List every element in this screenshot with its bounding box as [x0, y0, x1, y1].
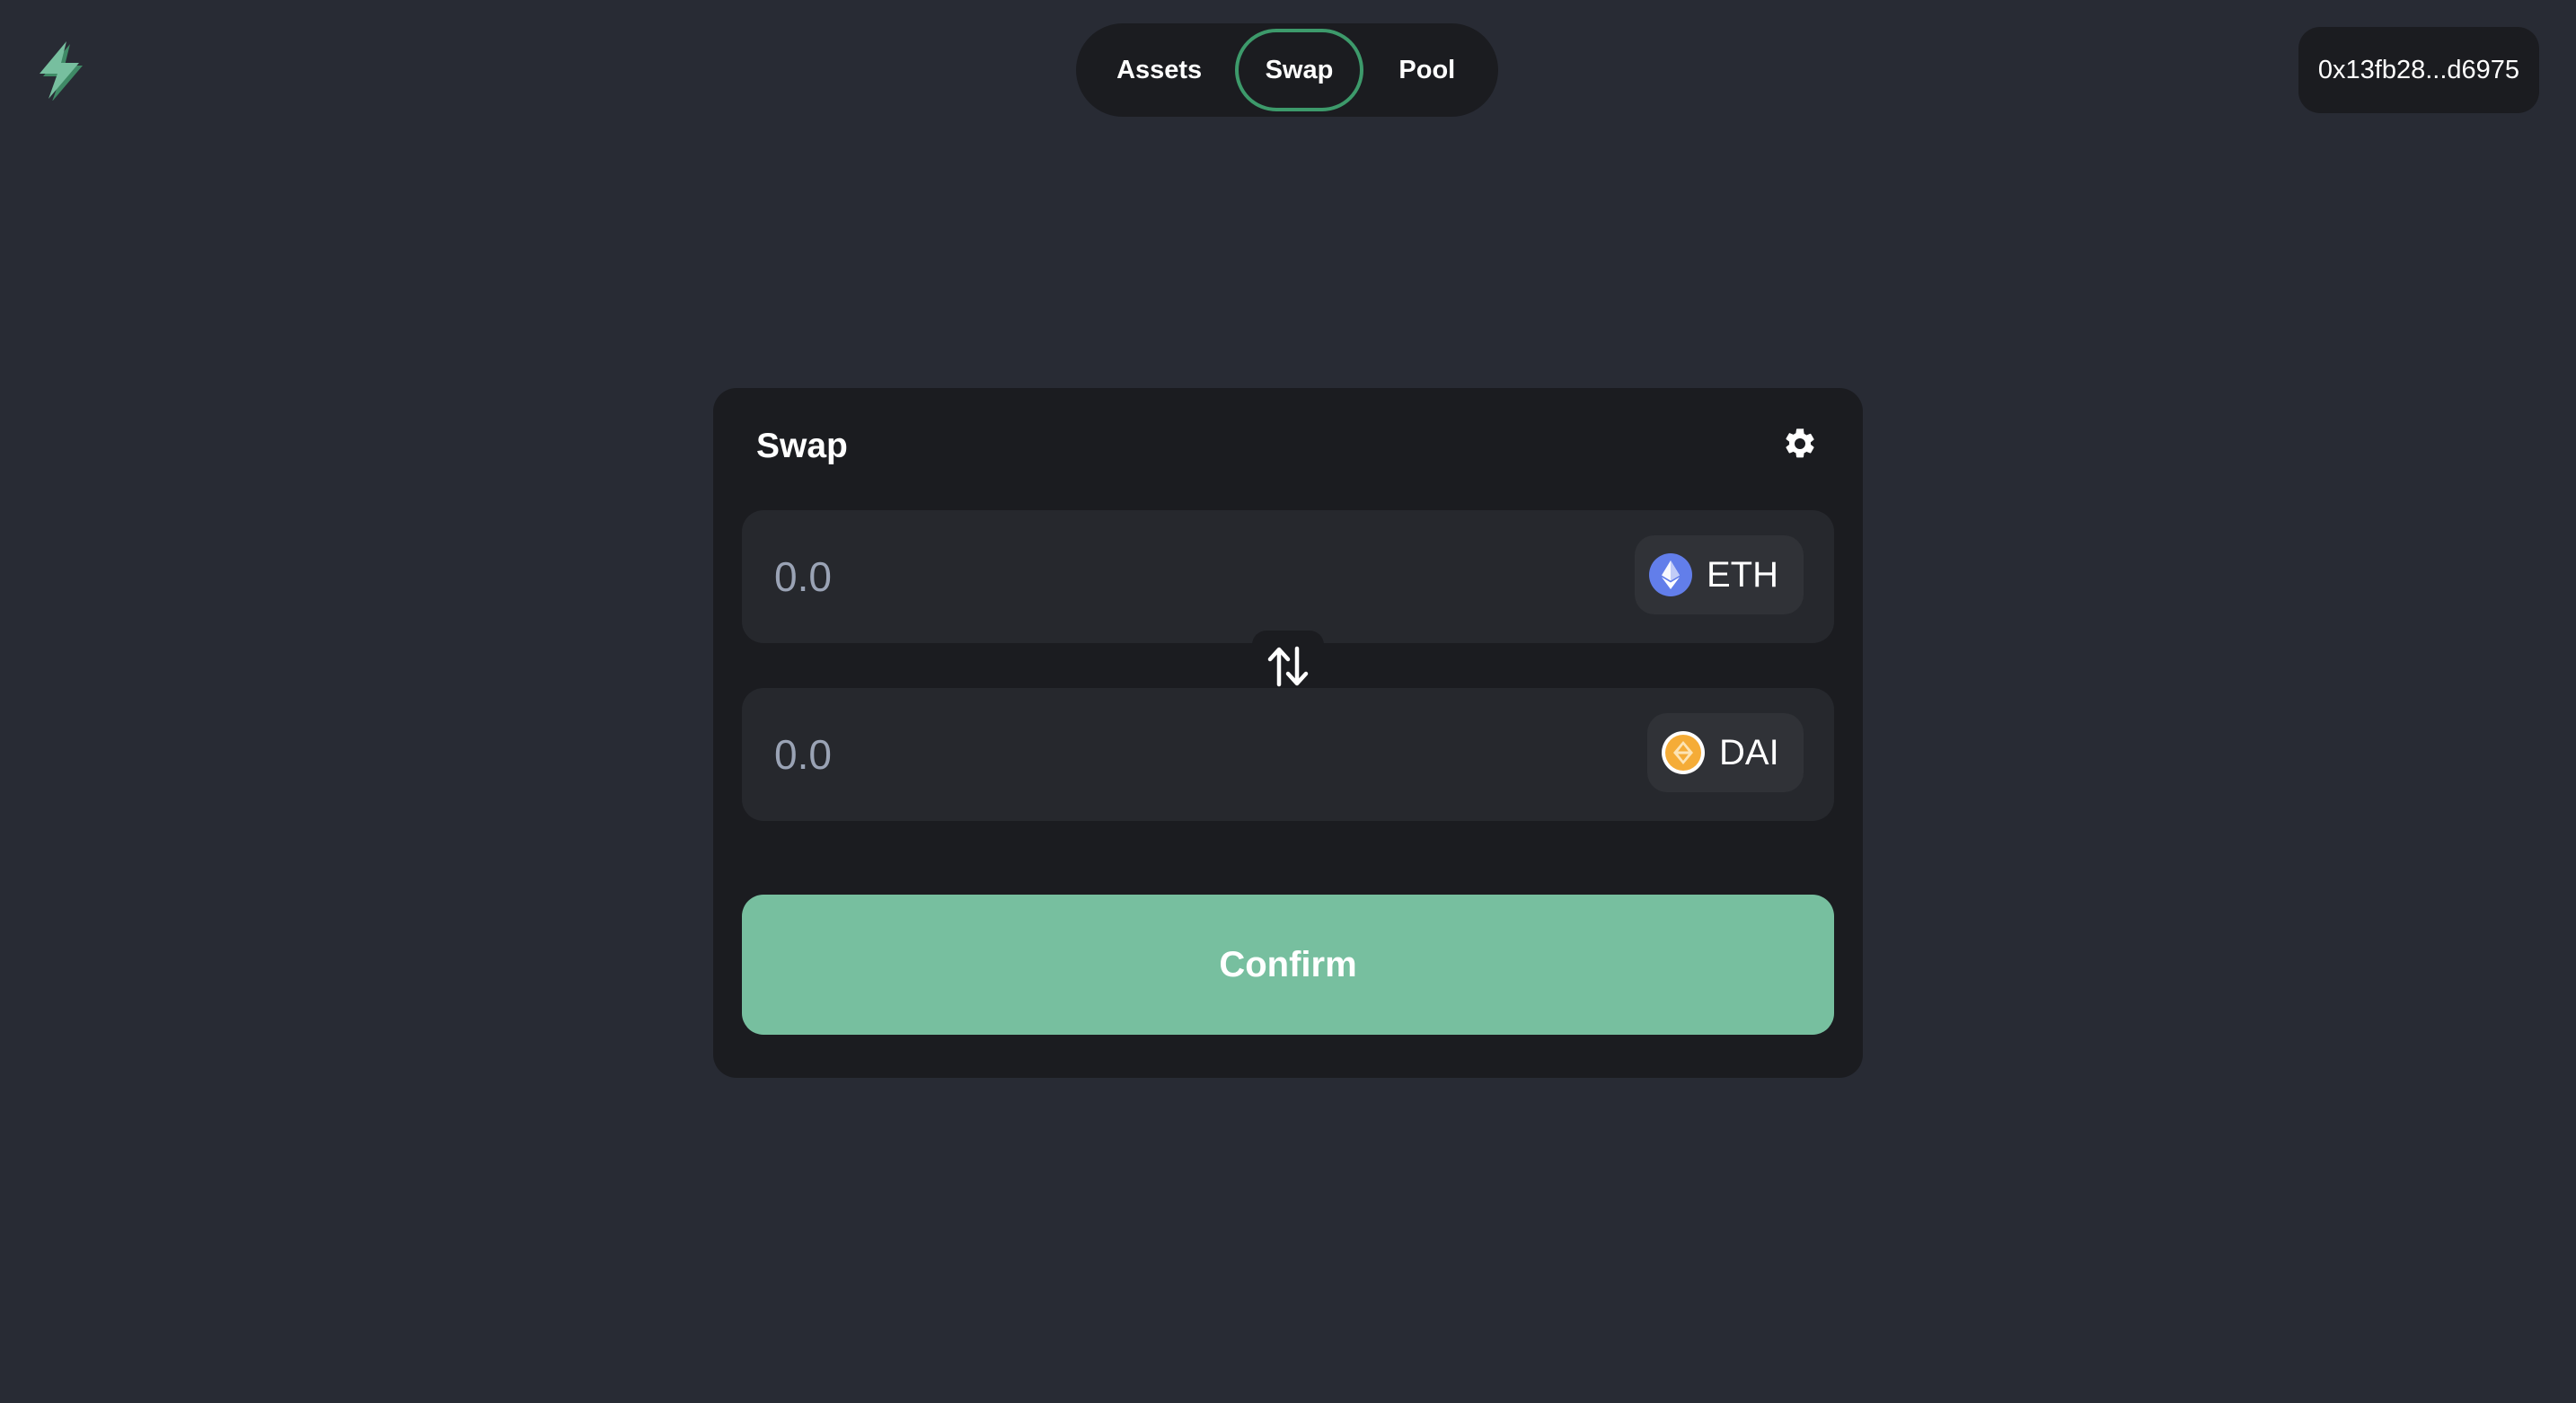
- from-token-select[interactable]: ETH: [1635, 535, 1804, 614]
- from-amount-input[interactable]: [772, 544, 1491, 609]
- main-nav: Assets Swap Pool: [1076, 23, 1498, 117]
- to-amount-input[interactable]: [772, 722, 1491, 787]
- swap-card: Swap ETH: [713, 388, 1863, 1078]
- confirm-button[interactable]: Confirm: [742, 895, 1834, 1035]
- swap-title: Swap: [756, 427, 848, 465]
- to-token-select[interactable]: DAI: [1647, 713, 1804, 792]
- from-token-row: ETH: [742, 510, 1834, 643]
- lightning-bolt-icon[interactable]: [32, 40, 86, 101]
- tab-assets[interactable]: Assets: [1083, 29, 1235, 111]
- wallet-address-button[interactable]: 0x13fb28...d6975: [2298, 27, 2539, 113]
- dai-icon: [1662, 731, 1705, 774]
- gear-icon[interactable]: [1782, 426, 1818, 462]
- to-token-label: DAI: [1719, 732, 1779, 772]
- to-token-row: DAI: [742, 688, 1834, 821]
- ethereum-icon: [1649, 553, 1692, 596]
- tab-pool[interactable]: Pool: [1363, 29, 1491, 111]
- tab-swap[interactable]: Swap: [1235, 29, 1363, 111]
- from-token-label: ETH: [1707, 554, 1778, 595]
